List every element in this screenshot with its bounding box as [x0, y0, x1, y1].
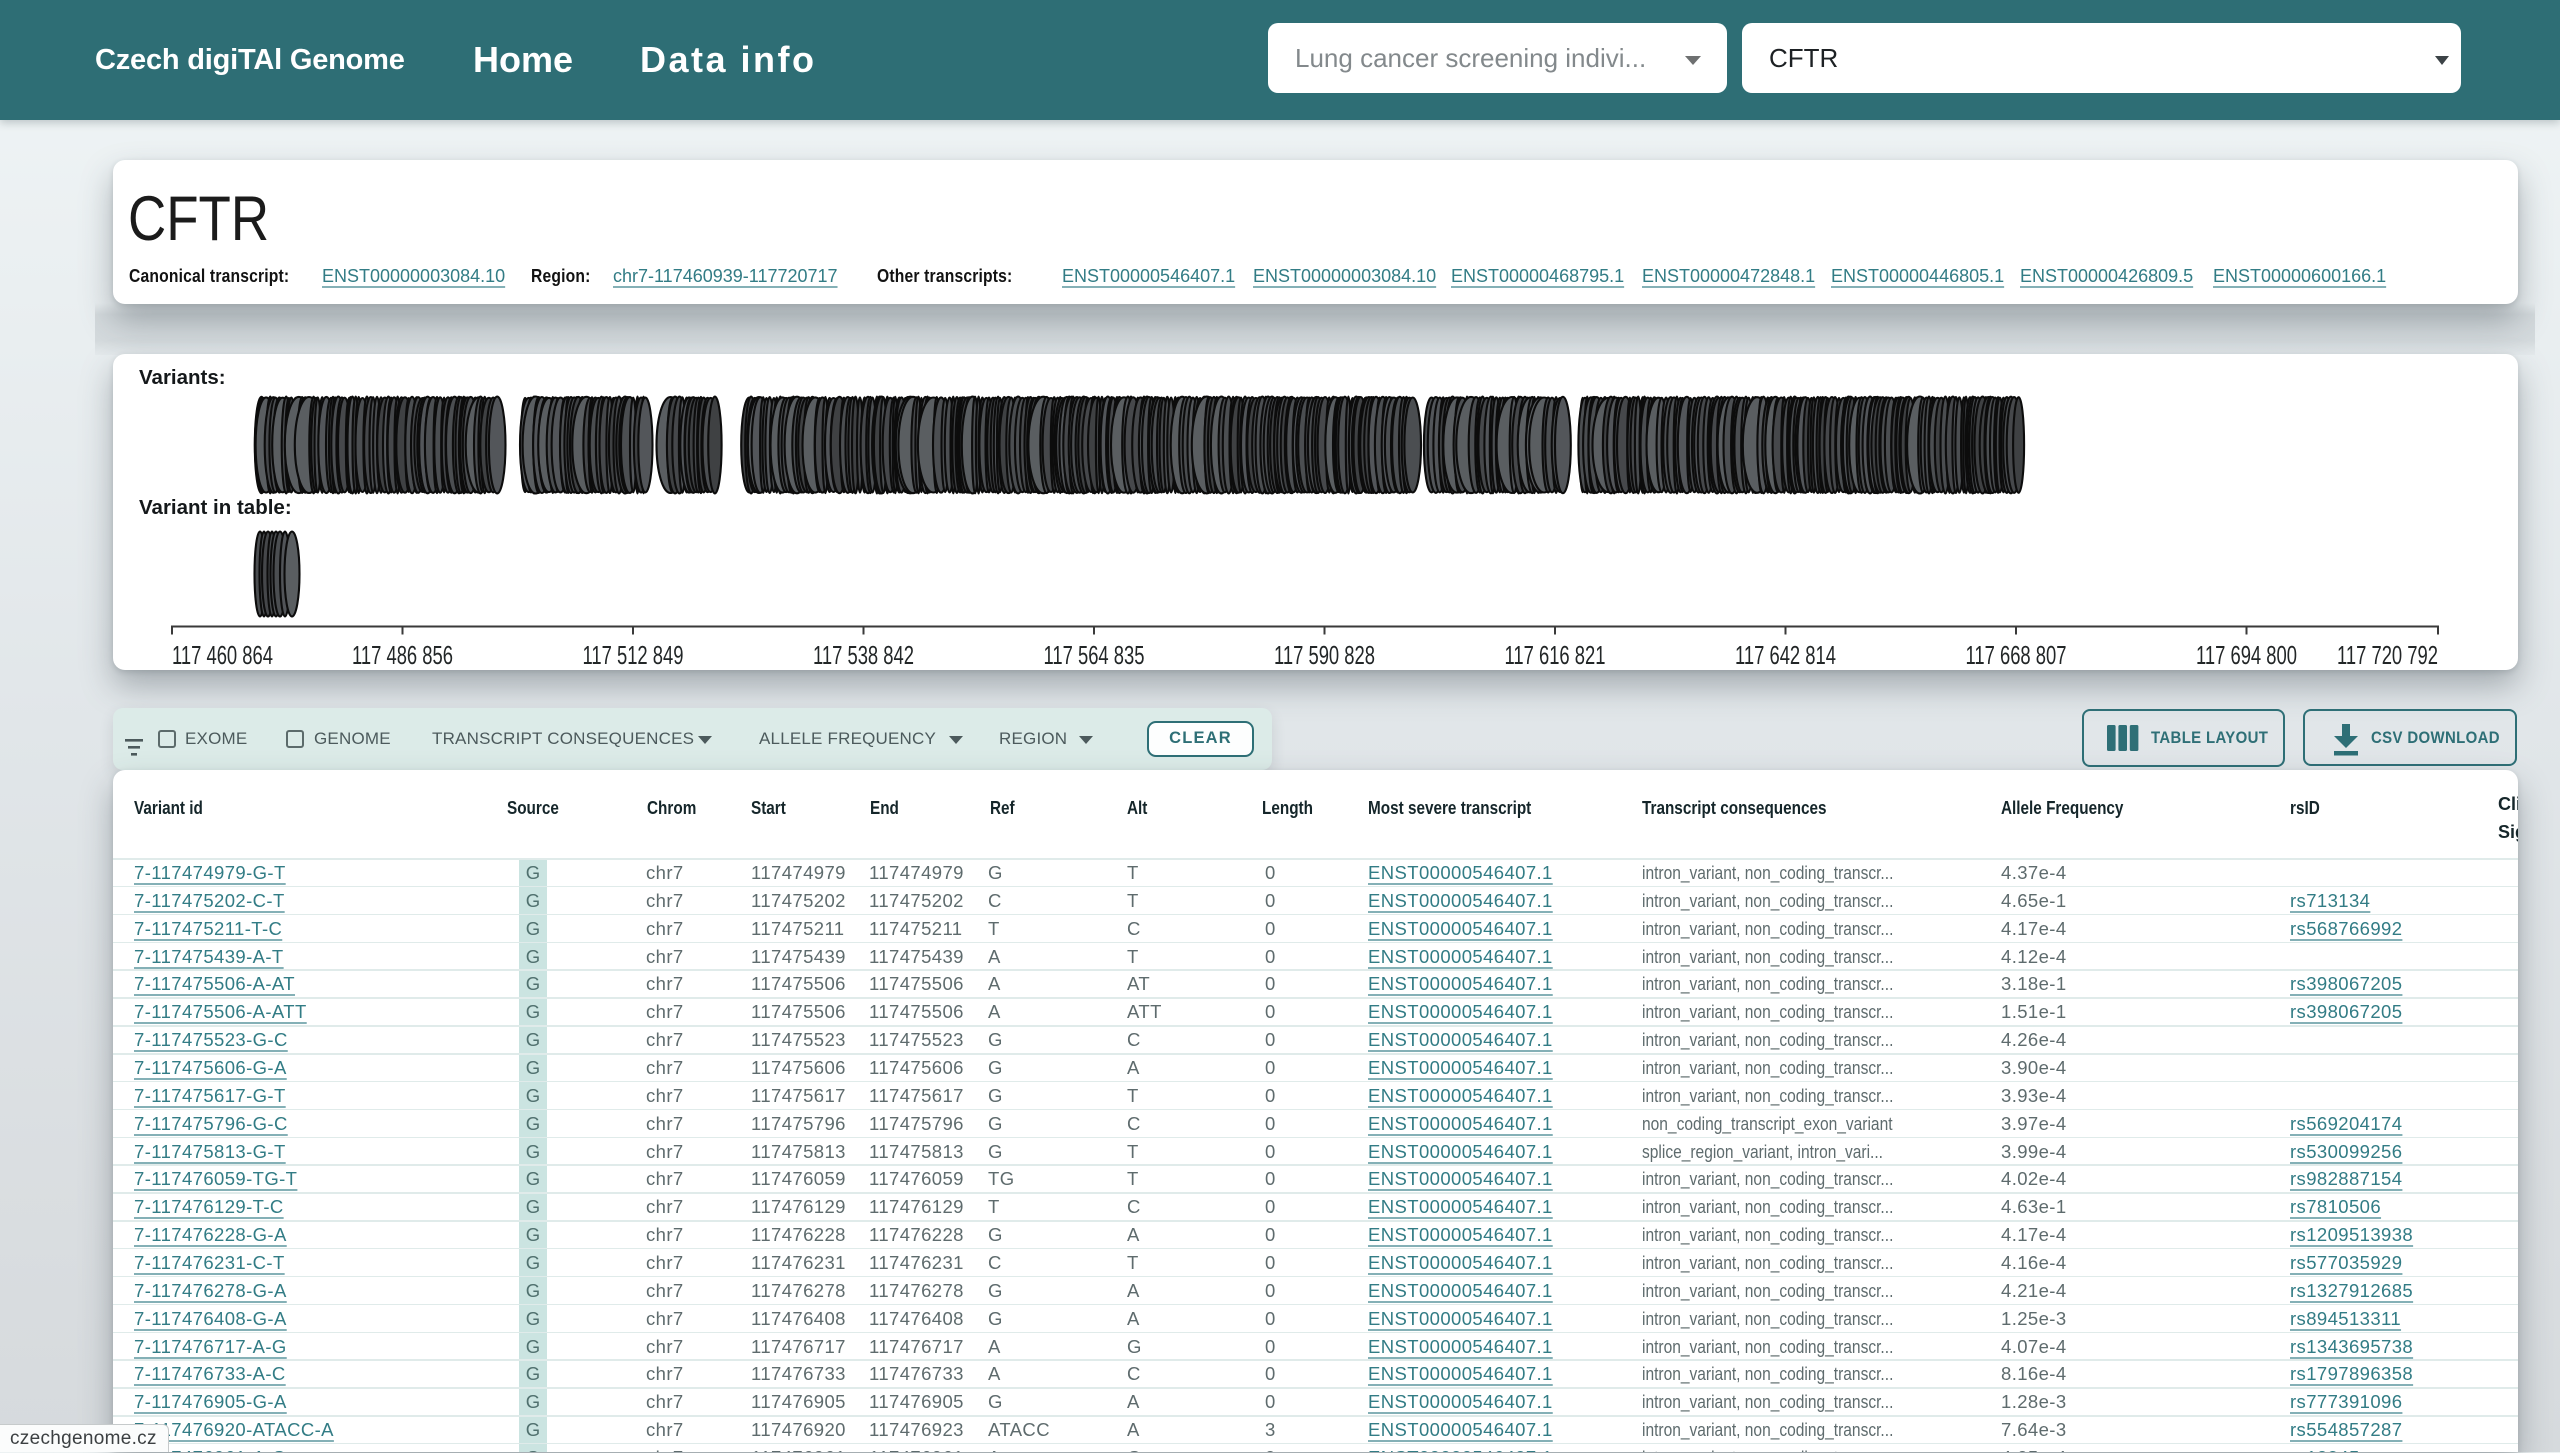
svg-text:117 512 849: 117 512 849 [583, 640, 684, 670]
svg-text:117 486 856: 117 486 856 [352, 640, 453, 670]
svg-text:117 642 814: 117 642 814 [1735, 640, 1836, 670]
svg-text:117 616 821: 117 616 821 [1505, 640, 1606, 670]
svg-text:117 538 842: 117 538 842 [813, 640, 914, 670]
svg-text:117 720 792: 117 720 792 [2337, 640, 2438, 670]
svg-text:117 590 828: 117 590 828 [1274, 640, 1375, 670]
svg-text:117 564 835: 117 564 835 [1044, 640, 1145, 670]
svg-text:117 694 800: 117 694 800 [2196, 640, 2297, 670]
svg-text:117 668 807: 117 668 807 [1966, 640, 2067, 670]
svg-text:117 460 864: 117 460 864 [172, 640, 273, 670]
